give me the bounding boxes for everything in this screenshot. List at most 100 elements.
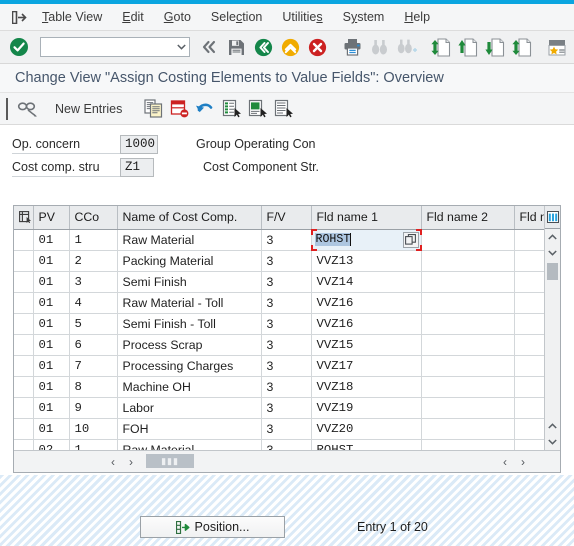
table-row[interactable]: 02 1 Raw Material 3 ROHST: [14, 439, 544, 450]
column-header-name[interactable]: Name of Cost Comp.: [117, 206, 262, 230]
next-page-icon[interactable]: [483, 35, 507, 60]
cell-name[interactable]: Labor: [117, 397, 262, 419]
cell-fld-name-3[interactable]: [514, 229, 544, 251]
cell-fld-name-2[interactable]: [421, 229, 515, 251]
cell-pv[interactable]: 01: [33, 418, 70, 440]
cell-fld-name-2[interactable]: [421, 439, 515, 450]
position-button[interactable]: Position...: [140, 516, 285, 538]
cell-cco[interactable]: 1: [69, 229, 118, 251]
table-row[interactable]: 01 4 Raw Material - Toll 3 VVZ16: [14, 292, 544, 314]
cell-fld-name-2[interactable]: [421, 250, 515, 272]
table-row[interactable]: 01 8 Machine OH 3 VVZ18: [14, 376, 544, 398]
cell-name[interactable]: Raw Material: [117, 439, 262, 450]
cell-cco[interactable]: 2: [69, 250, 118, 272]
save-icon[interactable]: [224, 35, 248, 60]
cell-name[interactable]: Semi Finish - Toll: [117, 313, 262, 335]
system-menu-icon[interactable]: [6, 7, 32, 27]
cell-name[interactable]: Machine OH: [117, 376, 262, 398]
cell-fld-name-2[interactable]: [421, 334, 515, 356]
exit-icon[interactable]: [251, 35, 275, 60]
cell-fld-name-1[interactable]: VVZ17: [311, 355, 422, 377]
cell-cco[interactable]: 1: [69, 439, 118, 450]
select-block-icon[interactable]: [245, 96, 269, 121]
column-config-icon[interactable]: [545, 206, 560, 229]
table-settings-icon[interactable]: [14, 206, 34, 230]
hscroll-track[interactable]: ▮▮▮: [146, 453, 326, 470]
command-field[interactable]: [40, 37, 190, 57]
cell-fld-name-2[interactable]: [421, 292, 515, 314]
cell-cco[interactable]: 9: [69, 397, 118, 419]
deselect-all-icon[interactable]: [271, 96, 295, 121]
cell-pv[interactable]: 01: [33, 355, 70, 377]
cell-fv[interactable]: 3: [261, 229, 312, 251]
row-selector[interactable]: [14, 418, 34, 440]
column-header-fv[interactable]: F/V: [261, 206, 312, 230]
cell-fv[interactable]: 3: [261, 418, 312, 440]
cell-fld-name-2[interactable]: [421, 313, 515, 335]
table-row[interactable]: 01 7 Processing Charges 3 VVZ17: [14, 355, 544, 377]
cell-name[interactable]: Packing Material: [117, 250, 262, 272]
hscroll-next-column-button[interactable]: ›: [514, 453, 532, 471]
first-page-icon[interactable]: [429, 35, 453, 60]
row-selector[interactable]: [14, 229, 34, 251]
cell-fld-name-1-focused[interactable]: ROHST: [310, 228, 422, 251]
row-selector[interactable]: [14, 355, 34, 377]
menu-item-utilities[interactable]: Utilities: [272, 8, 332, 26]
menu-item-table-view[interactable]: Table View: [32, 8, 112, 26]
cell-fld-name-2[interactable]: [421, 355, 515, 377]
scroll-up-button[interactable]: [545, 229, 560, 245]
cell-fv[interactable]: 3: [261, 250, 312, 272]
cell-pv[interactable]: 01: [33, 313, 70, 335]
table-row[interactable]: 01 1 Raw Material 3 ROHST: [14, 228, 544, 251]
cell-fld-name-1[interactable]: VVZ14: [311, 271, 422, 293]
table-vertical-scrollbar[interactable]: [544, 206, 560, 450]
scroll-down-button[interactable]: [545, 434, 560, 450]
cell-name[interactable]: FOH: [117, 418, 262, 440]
row-selector[interactable]: [14, 271, 34, 293]
table-row[interactable]: 01 5 Semi Finish - Toll 3 VVZ16: [14, 313, 544, 335]
cell-cco[interactable]: 7: [69, 355, 118, 377]
cell-fld-name-2[interactable]: [421, 376, 515, 398]
cell-fv[interactable]: 3: [261, 271, 312, 293]
cell-cco[interactable]: 8: [69, 376, 118, 398]
hscroll-prev-column-button[interactable]: ‹: [496, 453, 514, 471]
scroll-page-down-button[interactable]: [545, 418, 560, 434]
cell-fld-name-3[interactable]: [514, 292, 544, 314]
row-selector[interactable]: [14, 334, 34, 356]
column-header-fld-name-3[interactable]: Fld name 3: [514, 206, 544, 230]
menu-item-edit[interactable]: Edit: [112, 8, 154, 26]
cell-name[interactable]: Raw Material: [117, 229, 262, 251]
cell-pv[interactable]: 01: [33, 271, 70, 293]
cell-fv[interactable]: 3: [261, 313, 312, 335]
column-header-pv[interactable]: PV: [33, 206, 70, 230]
copy-as-icon[interactable]: [141, 96, 165, 121]
print-icon[interactable]: [340, 35, 364, 60]
cell-fld-name-3[interactable]: [514, 397, 544, 419]
new-entries-button[interactable]: New Entries: [44, 98, 133, 120]
scroll-page-up-button[interactable]: [545, 245, 560, 261]
stop-icon[interactable]: [305, 35, 329, 60]
cell-fld-name-1[interactable]: VVZ13: [311, 250, 422, 272]
favorites-icon[interactable]: [545, 35, 569, 60]
column-header-fld-name-1[interactable]: Fld name 1: [311, 206, 422, 230]
cell-pv[interactable]: 01: [33, 250, 70, 272]
enter-check-icon[interactable]: [7, 35, 31, 60]
value-help-icon[interactable]: [402, 231, 419, 248]
find-next-icon[interactable]: [394, 35, 418, 60]
scroll-track[interactable]: [545, 261, 560, 418]
table-row[interactable]: 01 6 Process Scrap 3 VVZ15: [14, 334, 544, 356]
menu-item-goto[interactable]: Goto: [154, 8, 201, 26]
cell-fld-name-1[interactable]: VVZ16: [311, 292, 422, 314]
cell-fld-name-1[interactable]: VVZ18: [311, 376, 422, 398]
previous-page-icon[interactable]: [456, 35, 480, 60]
row-selector[interactable]: [14, 439, 34, 450]
display-change-glasses-icon[interactable]: [16, 96, 40, 121]
cell-pv[interactable]: 01: [33, 376, 70, 398]
delete-icon[interactable]: [167, 96, 191, 121]
cell-fld-name-2[interactable]: [421, 271, 515, 293]
cell-fv[interactable]: 3: [261, 376, 312, 398]
back-icon[interactable]: [197, 35, 221, 60]
cell-fld-name-3[interactable]: [514, 334, 544, 356]
undo-icon[interactable]: [193, 96, 217, 121]
column-header-fld-name-2[interactable]: Fld name 2: [421, 206, 515, 230]
